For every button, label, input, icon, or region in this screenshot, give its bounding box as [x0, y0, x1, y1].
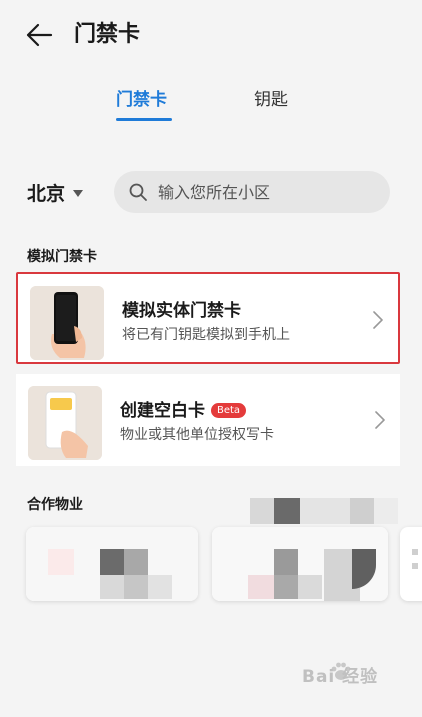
chevron-right-icon — [375, 411, 385, 429]
city-label: 北京 — [27, 182, 66, 205]
chevron-right-icon — [373, 311, 383, 329]
tab-key[interactable]: 钥匙 — [254, 88, 288, 112]
beta-badge: Beta — [211, 403, 247, 418]
tab-access-card[interactable]: 门禁卡 — [116, 88, 167, 112]
phone-in-hand-image — [30, 286, 104, 360]
watermark: Bai 经验 — [302, 667, 379, 687]
partner-card[interactable] — [212, 527, 388, 601]
caret-down-icon — [73, 189, 84, 197]
create-blank-card-item[interactable]: 创建空白卡 Beta 物业或其他单位授权写卡 — [16, 374, 400, 466]
simulate-physical-card-item[interactable]: 模拟实体门禁卡 将已有门钥匙模拟到手机上 — [16, 272, 400, 364]
card-subtitle: 物业或其他单位授权写卡 — [120, 427, 274, 443]
partner-card[interactable] — [400, 527, 422, 601]
header: 门禁卡 — [0, 0, 422, 70]
page-title: 门禁卡 — [74, 22, 141, 47]
partner-card[interactable] — [26, 527, 198, 601]
card-illustration-icon — [28, 386, 102, 460]
card-title: 创建空白卡 Beta — [120, 396, 247, 421]
search-icon — [129, 183, 147, 201]
card-subtitle: 将已有门钥匙模拟到手机上 — [122, 327, 290, 343]
tab-active-indicator — [116, 118, 172, 121]
card-title: 模拟实体门禁卡 — [122, 301, 241, 321]
blank-card-image — [28, 386, 102, 460]
search-input[interactable] — [158, 182, 378, 202]
tab-bar: 门禁卡 钥匙 — [0, 84, 422, 124]
arrow-left-icon[interactable] — [24, 20, 54, 50]
search-bar[interactable] — [114, 171, 390, 213]
section-title-partners: 合作物业 — [27, 497, 83, 513]
section-title-simulated: 模拟门禁卡 — [27, 249, 97, 265]
phone-illustration-icon — [30, 286, 104, 360]
city-selector[interactable]: 北京 — [27, 178, 84, 206]
card-title-text: 创建空白卡 — [120, 401, 205, 421]
